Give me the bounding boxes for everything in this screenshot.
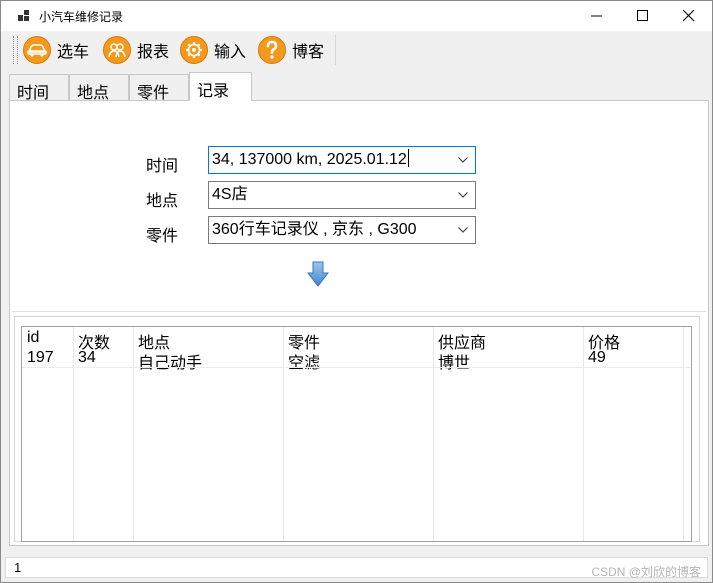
- window-title: 小汽车维修记录: [39, 10, 124, 24]
- table-cell-count[interactable]: 34: [78, 349, 96, 367]
- tab-strip: 时间 地点 零件 记录: [9, 72, 709, 102]
- report-button[interactable]: 报表: [103, 34, 169, 66]
- watermark: CSDN @刘欣的博客: [591, 565, 701, 579]
- text-caret: [407, 149, 409, 167]
- maximize-button[interactable]: [620, 1, 666, 31]
- tab-part[interactable]: 零件: [129, 74, 189, 102]
- place-label: 地点: [146, 193, 179, 210]
- people-icon: [103, 36, 131, 64]
- close-icon: [683, 10, 695, 22]
- row-divider: [22, 367, 691, 368]
- records-list[interactable]: id 次数 地点 零件 供应商 价格 197 34 自己动手 空滤 博世 49: [21, 326, 692, 542]
- select-car-label: 选车: [57, 44, 90, 61]
- time-label: 时间: [146, 158, 179, 175]
- part-label: 零件: [146, 228, 179, 245]
- place-combo-value: 4S店: [212, 186, 248, 203]
- toolbar-grip[interactable]: [13, 36, 18, 64]
- table-cell-part[interactable]: 空滤: [288, 349, 320, 373]
- table-cell-place[interactable]: 自己动手: [138, 349, 202, 373]
- gear-icon: [180, 36, 208, 64]
- record-panel: 时间 34, 137000 km, 2025.01.12 地点 4S店 零件 3…: [9, 100, 709, 546]
- close-button[interactable]: [666, 1, 712, 31]
- minimize-button[interactable]: [574, 1, 620, 31]
- app-window: 小汽车维修记录 选车 报表 输入 博客 时间 地点 零件 记录 时间 34, 1…: [0, 0, 713, 583]
- column-header-id[interactable]: id: [27, 329, 39, 347]
- part-combo[interactable]: 360行车记录仪 , 京东 , G300: [208, 216, 476, 244]
- divider: [12, 311, 706, 312]
- time-combo[interactable]: 34, 137000 km, 2025.01.12: [208, 146, 476, 174]
- select-car-button[interactable]: 选车: [23, 34, 89, 66]
- time-combo-value: 34, 137000 km, 2025.01.12: [212, 151, 407, 168]
- add-record-button[interactable]: [306, 261, 330, 291]
- input-button[interactable]: 输入: [180, 34, 246, 66]
- help-icon: [258, 36, 286, 64]
- maximize-icon: [637, 10, 648, 21]
- tab-place[interactable]: 地点: [69, 74, 129, 102]
- input-label: 输入: [214, 44, 247, 61]
- chevron-down-icon: [458, 157, 468, 163]
- table-cell-price[interactable]: 49: [588, 349, 606, 367]
- toolbar: 选车 报表 输入 博客: [1, 31, 712, 69]
- app-icon: [18, 10, 30, 22]
- table-cell-supplier[interactable]: 博世: [438, 349, 470, 373]
- tab-record[interactable]: 记录: [189, 72, 252, 101]
- car-icon: [23, 36, 51, 64]
- chevron-down-icon: [458, 192, 468, 198]
- arrow-down-icon: [306, 261, 330, 287]
- chevron-down-icon: [458, 227, 468, 233]
- report-label: 报表: [137, 44, 170, 61]
- toolbar-separator: [335, 35, 336, 65]
- place-combo[interactable]: 4S店: [208, 181, 476, 209]
- part-combo-value: 360行车记录仪 , 京东 , G300: [212, 221, 417, 238]
- tab-time[interactable]: 时间: [9, 74, 69, 102]
- blog-button[interactable]: 博客: [258, 34, 324, 66]
- title-bar: 小汽车维修记录: [1, 1, 712, 31]
- tab-record-label: 记录: [197, 83, 230, 100]
- minimize-icon: [591, 15, 602, 17]
- blog-label: 博客: [292, 44, 325, 61]
- table-cell-id[interactable]: 197: [27, 349, 54, 367]
